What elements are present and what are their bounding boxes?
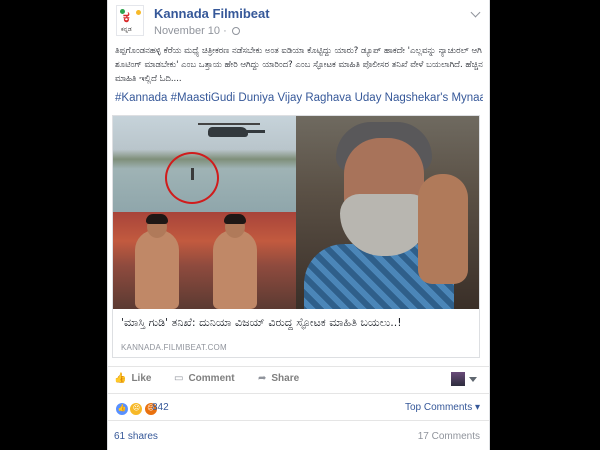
- reaction-icons[interactable]: 👍 ☹ ☹: [115, 400, 158, 416]
- facebook-post-card: ಕ ಕನ್ನಡ Kannada Filmibeat November 10 · …: [107, 0, 490, 450]
- person-in-water: [191, 168, 194, 180]
- thumbs-up-icon: 👍: [114, 373, 127, 384]
- comment-label: Comment: [188, 373, 235, 384]
- share-arrow-icon: ➦: [258, 373, 267, 384]
- share-label: Share: [271, 373, 300, 384]
- actor-portrait-photo: [296, 116, 479, 309]
- helicopter-body: [208, 127, 248, 137]
- sad-reaction-icon: ☹: [129, 401, 144, 416]
- helicopter-photo: [113, 116, 296, 212]
- hashtag-link[interactable]: #Kannada: [115, 92, 167, 104]
- like-reaction-icon: 👍: [115, 401, 129, 416]
- comment-icon: ▭: [174, 373, 184, 384]
- comments-count[interactable]: 17 Comments: [418, 431, 480, 442]
- hashtag-link[interactable]: #MaastiGudi: [171, 92, 236, 104]
- logo-dot-yellow: [136, 10, 141, 15]
- action-bar: 👍 Like ▭ Comment ➦ Share: [108, 366, 489, 394]
- chevron-down-icon[interactable]: [470, 7, 481, 18]
- logo-dot-green: [120, 9, 125, 14]
- preview-domain: KANNADA.FILMIBEAT.COM: [121, 343, 227, 352]
- preview-image-collage[interactable]: [113, 116, 479, 309]
- top-comments-dropdown[interactable]: Top Comments ▾: [405, 402, 480, 413]
- link-preview-card[interactable]: 'ಮಾಸ್ತಿ ಗುಡಿ' ತನಿಖೆ: ದುನಿಯಾ ವಿಜಯ್ ವಿರುದ್…: [112, 115, 480, 358]
- actor-hair: [146, 214, 168, 224]
- hashtag-text: Mynaa: [451, 92, 483, 104]
- post-hashtags: #Kannada #MaastiGudi Duniya Vijay Raghav…: [115, 92, 483, 104]
- actor-raised-hand: [418, 174, 468, 284]
- hashtag-text: Raghava: [305, 92, 352, 104]
- actor-figure-left: [135, 214, 179, 309]
- share-button[interactable]: ➦ Share: [258, 373, 299, 384]
- reaction-count[interactable]: 842: [152, 402, 169, 413]
- post-header: ಕ ಕನ್ನಡ Kannada Filmibeat November 10 ·: [116, 5, 481, 41]
- hashtag-text: Duniya: [238, 92, 275, 104]
- reactions-row: 👍 ☹ ☹ 842 Top Comments ▾: [108, 394, 489, 420]
- meta-separator: ·: [223, 25, 227, 37]
- post-date[interactable]: November 10: [154, 25, 220, 37]
- like-button[interactable]: 👍 Like: [114, 373, 151, 384]
- caret-down-icon[interactable]: [469, 377, 477, 382]
- helicopter-tail: [243, 130, 265, 133]
- like-label: Like: [131, 373, 152, 384]
- post-body-text: ತಿಪ್ಪಗೊಂಡನಹಳ್ಳಿ ಕೆರೆಯ ಮಧ್ಯೆ ಚಿತ್ರೀಕರಣ ನಡ…: [115, 46, 483, 84]
- avatar[interactable]: [451, 372, 465, 386]
- comment-button[interactable]: ▭ Comment: [174, 373, 235, 384]
- actor-hair: [224, 214, 246, 224]
- globe-icon: [231, 27, 240, 35]
- logo-subtitle: ಕನ್ನಡ: [121, 27, 132, 33]
- shares-count[interactable]: 61 shares: [114, 431, 158, 442]
- helicopter-rotor: [198, 123, 260, 125]
- hashtag-text: Vijay: [277, 92, 303, 104]
- hashtag-text: Uday: [354, 92, 382, 104]
- page-logo[interactable]: ಕ ಕನ್ನಡ: [116, 5, 144, 36]
- actor-figure-right: [213, 214, 257, 309]
- page-name-link[interactable]: Kannada Filmibeat: [154, 6, 270, 21]
- post-meta: November 10 ·: [154, 25, 240, 37]
- preview-title[interactable]: 'ಮಾಸ್ತಿ ಗುಡಿ' ತನಿಖೆ: ದುನಿಯಾ ವಿಜಯ್ ವಿರುದ್…: [121, 316, 473, 330]
- hashtag-text: Nagshekar's: [384, 92, 449, 104]
- stats-row: 61 shares 17 Comments: [108, 420, 489, 450]
- gym-photo: [113, 212, 296, 309]
